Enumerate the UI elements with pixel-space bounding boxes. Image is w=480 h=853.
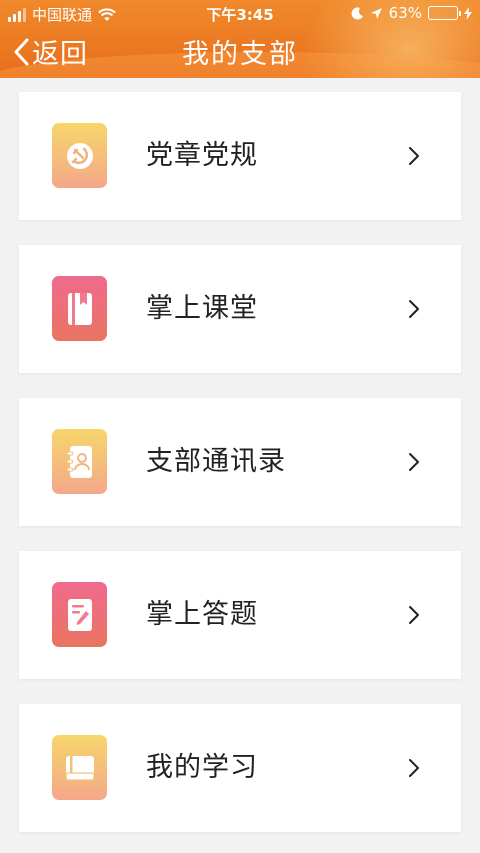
menu-list: 党章党规 掌上课堂 支部通讯录 掌上答题 我的学习 (19, 92, 461, 853)
book-icon (52, 735, 107, 800)
nav-bar: 返回 我的支部 (0, 28, 480, 76)
status-bar: 中国联通 下午3:45 63% (0, 0, 480, 28)
header: 中国联通 下午3:45 63% 返回 我的支部 (0, 0, 480, 78)
battery-icon (428, 6, 461, 20)
menu-item-my-study[interactable]: 我的学习 (19, 704, 461, 832)
page-title: 我的支部 (182, 39, 298, 70)
party-emblem-icon (52, 123, 107, 188)
chevron-right-icon (409, 453, 419, 471)
menu-item-online-quiz[interactable]: 掌上答题 (19, 551, 461, 679)
location-arrow-icon (370, 7, 382, 19)
menu-item-label: 支部通讯录 (146, 446, 286, 477)
menu-item-label: 掌上答题 (146, 599, 258, 630)
status-right: 63% (351, 4, 472, 22)
moon-icon (351, 6, 363, 19)
menu-item-online-class[interactable]: 掌上课堂 (19, 245, 461, 373)
menu-item-label: 我的学习 (146, 752, 258, 783)
chevron-right-icon (409, 147, 419, 165)
chevron-right-icon (409, 300, 419, 318)
chevron-right-icon (409, 606, 419, 624)
charging-bolt-icon (464, 6, 472, 20)
menu-item-branch-contacts[interactable]: 支部通讯录 (19, 398, 461, 526)
contact-book-icon (52, 429, 107, 494)
menu-item-label: 党章党规 (146, 140, 258, 171)
chevron-right-icon (409, 759, 419, 777)
battery-percent: 63% (388, 4, 422, 22)
edit-note-icon (52, 582, 107, 647)
bookmark-book-icon (52, 276, 107, 341)
menu-item-label: 掌上课堂 (146, 293, 258, 324)
menu-item-party-rules[interactable]: 党章党规 (19, 92, 461, 220)
